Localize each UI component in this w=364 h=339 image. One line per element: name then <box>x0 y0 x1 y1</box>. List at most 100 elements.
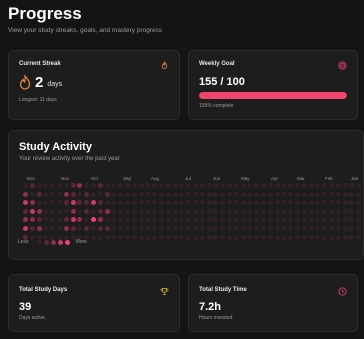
heatmap-cell <box>118 200 124 206</box>
heatmap-cell <box>349 217 355 223</box>
heatmap-cell <box>179 200 185 206</box>
heatmap-cell <box>179 183 185 188</box>
heatmap-cell <box>206 208 212 214</box>
heatmap-cell <box>104 183 110 188</box>
heatmap-cell <box>145 191 151 197</box>
heatmap-cell <box>213 208 219 214</box>
heatmap-cell <box>186 200 192 206</box>
heatmap-cell <box>281 208 287 214</box>
heatmap-cell <box>138 226 144 231</box>
heatmap-cell <box>36 217 42 223</box>
weekly-goal-value: 155 / 100 <box>199 76 245 88</box>
legend-level-3 <box>57 239 63 245</box>
heatmap-cell <box>91 217 96 223</box>
heatmap-cell <box>288 191 294 197</box>
heatmap-cell <box>213 234 219 240</box>
heatmap-cell <box>335 234 341 240</box>
heatmap-cell <box>50 226 56 231</box>
current-streak-card: Current Streak 2 days Longest: 11 days <box>8 50 180 120</box>
longest-streak: Longest: 11 days <box>19 97 57 103</box>
heatmap-cell <box>43 191 49 197</box>
heatmap-cell <box>329 208 334 214</box>
heatmap-cell <box>152 234 158 240</box>
heatmap-cell <box>349 200 355 206</box>
heatmap-cell <box>131 183 137 188</box>
heatmap-cell <box>63 226 69 231</box>
heatmap-cell <box>165 200 171 206</box>
heatmap-cell <box>240 191 246 197</box>
heatmap-cell <box>308 191 314 197</box>
heatmap-cell <box>274 191 280 197</box>
month-label-jul: Jul <box>185 176 191 181</box>
heatmap-cell <box>213 217 219 223</box>
heatmap-cell <box>104 234 110 240</box>
heatmap-cell <box>172 208 178 214</box>
heatmap-cell <box>329 200 334 206</box>
heatmap-cell <box>84 226 90 231</box>
heatmap-cell <box>315 191 321 197</box>
heatmap-cell <box>43 226 49 231</box>
heatmap-cell <box>274 217 280 223</box>
heatmap-cell <box>322 200 328 206</box>
heatmap-cell <box>145 208 151 214</box>
heatmap-cell <box>199 208 205 214</box>
heatmap-cell <box>356 208 362 214</box>
heatmap-cell <box>247 226 253 231</box>
heatmap-cell <box>70 191 76 197</box>
heatmap-cell <box>23 183 28 188</box>
heatmap-cell <box>342 200 348 206</box>
heatmap-cell <box>213 200 219 206</box>
heatmap-cell <box>138 183 144 188</box>
heatmap-cell <box>131 234 137 240</box>
heatmap-cell <box>193 200 198 206</box>
heatmap-cell <box>308 208 314 214</box>
heatmap-cell <box>274 200 280 206</box>
heatmap-cell <box>227 200 232 206</box>
total-study-days-sub: Days active <box>19 315 45 321</box>
heatmap-cell <box>125 208 130 214</box>
heatmap-cell <box>220 234 226 240</box>
legend-level-0 <box>36 239 42 245</box>
heatmap-cell <box>261 234 266 240</box>
heatmap-cell <box>356 200 362 206</box>
heatmap-cell <box>57 191 62 197</box>
heatmap-cell <box>267 208 273 214</box>
heatmap-cell <box>254 191 260 197</box>
heatmap-cell <box>70 226 76 231</box>
heatmap-cell <box>125 183 130 188</box>
month-label-jun: Jun <box>213 176 221 181</box>
heatmap-cell <box>165 191 171 197</box>
heatmap-cell <box>233 200 239 206</box>
heatmap-cell <box>254 234 260 240</box>
heatmap-cell <box>152 191 158 197</box>
heatmap-cell <box>322 217 328 223</box>
heatmap-cell <box>308 226 314 231</box>
heatmap-cell <box>342 217 348 223</box>
heatmap-cell <box>91 226 96 231</box>
heatmap-cell <box>295 217 300 223</box>
heatmap-cell <box>261 183 266 188</box>
heatmap-cell <box>301 191 307 197</box>
heatmap-cell <box>23 191 28 197</box>
weekly-goal-percent: 155% complete <box>199 103 234 109</box>
heatmap-cell <box>288 200 294 206</box>
heatmap-cell <box>254 183 260 188</box>
heatmap-cell <box>23 208 28 214</box>
heatmap-cell <box>227 234 232 240</box>
heatmap-cell <box>179 226 185 231</box>
heatmap-cell <box>36 200 42 206</box>
heatmap-cell <box>50 217 56 223</box>
heatmap-cell <box>329 234 334 240</box>
heatmap-cell <box>274 208 280 214</box>
heatmap-cell <box>50 183 56 188</box>
heatmap-cell <box>159 217 164 223</box>
month-label-nov: Nov <box>61 176 70 181</box>
heatmap-cell <box>274 234 280 240</box>
heatmap-cell <box>111 200 117 206</box>
heatmap-cell <box>315 217 321 223</box>
heatmap-cell <box>36 191 42 197</box>
heatmap-cell <box>233 226 239 231</box>
heatmap-cell <box>50 208 56 214</box>
heatmap-cell <box>227 217 232 223</box>
heatmap-cell <box>199 191 205 197</box>
